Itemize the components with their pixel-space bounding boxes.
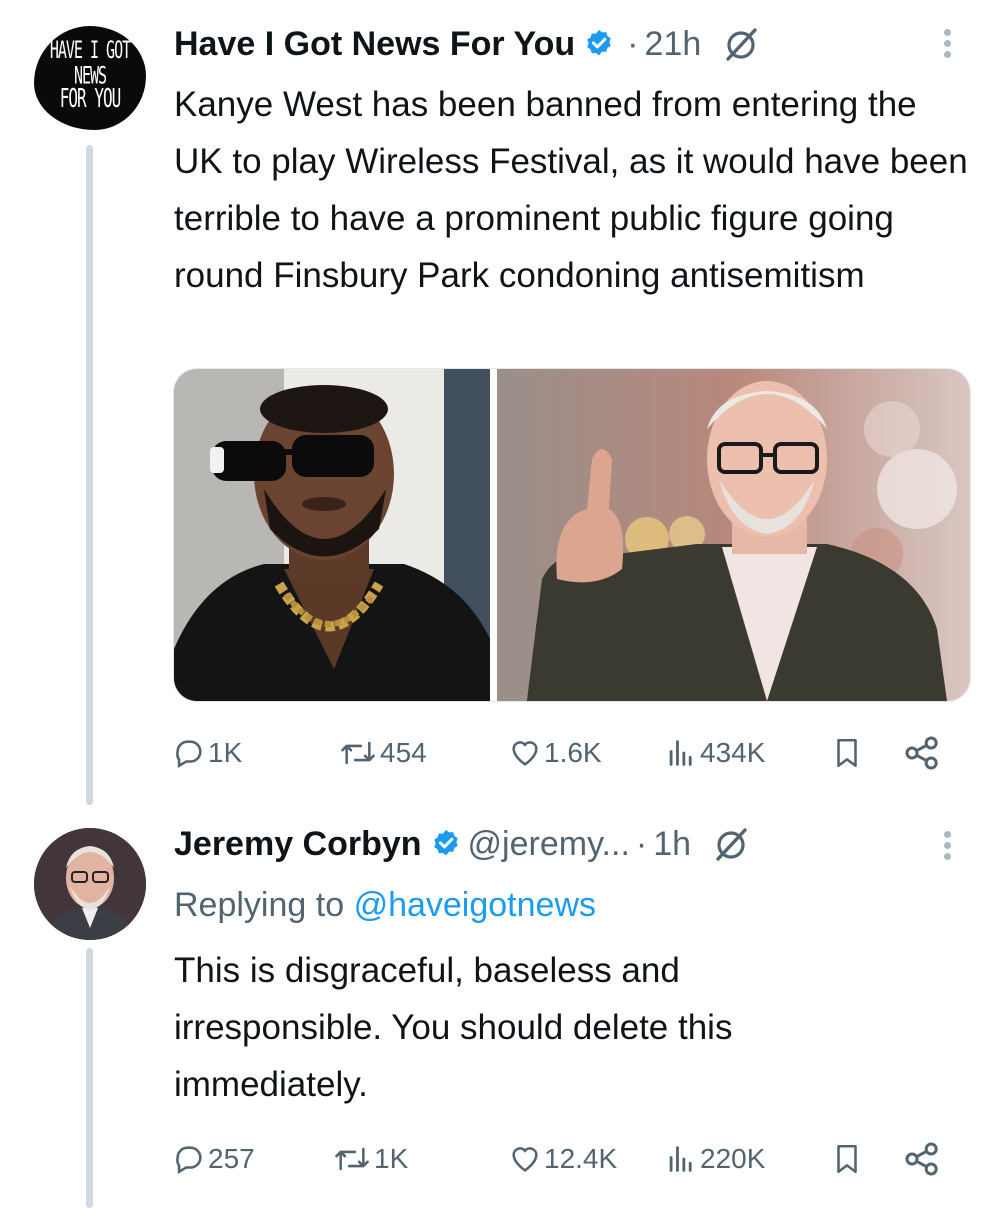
reply-icon <box>176 1146 202 1175</box>
avatar[interactable]: HAVE I GOT NEWS FOR YOU <box>34 26 146 130</box>
like-count: 12.4K <box>544 1143 618 1174</box>
reply-button[interactable]: 257 <box>172 1136 255 1182</box>
tweet-hignfy[interactable]: HAVE I GOT NEWS FOR YOU Have I Got News … <box>0 0 1002 805</box>
media-grid[interactable] <box>173 368 971 702</box>
share-button[interactable] <box>902 730 942 776</box>
avatar-photo <box>34 828 146 940</box>
repost-count: 1K <box>374 1143 409 1174</box>
reply-count: 257 <box>208 1143 255 1174</box>
bookmark-button[interactable] <box>830 1136 864 1182</box>
like-button[interactable]: 1.6K <box>508 730 602 776</box>
share-icon <box>905 736 938 770</box>
reply-mention-link[interactable]: @haveigotnews <box>354 886 596 924</box>
bookmark-button[interactable] <box>830 730 864 776</box>
repost-count: 454 <box>380 737 427 768</box>
views-icon <box>669 740 692 766</box>
views-button[interactable]: 434K <box>664 730 765 776</box>
tweet-header: Have I Got News For You · 21h <box>174 24 761 64</box>
share-icon <box>905 1142 938 1176</box>
bookmark-icon <box>837 1144 857 1174</box>
corbyn-photo[interactable] <box>497 369 970 701</box>
repost-button[interactable]: 454 <box>338 730 427 776</box>
like-icon <box>512 741 538 766</box>
repost-button[interactable]: 1K <box>332 1136 408 1182</box>
avatar[interactable] <box>34 828 146 940</box>
like-icon <box>512 1147 538 1172</box>
timestamp[interactable]: 21h <box>645 25 702 64</box>
timestamp[interactable]: 1h <box>653 825 691 864</box>
replying-to-label: Replying to <box>174 886 345 924</box>
more-vertical-icon[interactable] <box>942 828 952 868</box>
like-button[interactable]: 12.4K <box>508 1136 617 1182</box>
reply-button[interactable]: 1K <box>172 730 242 776</box>
verified-badge-icon <box>433 830 458 856</box>
author-handle[interactable]: @jeremy... <box>468 825 630 864</box>
tweet-actions: 257 1K 12.4K 220K <box>172 1136 962 1182</box>
tweet-actions: 1K 454 1.6K 434K <box>172 730 962 776</box>
tweet-text: This is disgraceful, baseless and irresp… <box>174 951 743 1104</box>
reply-icon <box>176 740 202 769</box>
thread-line <box>86 145 93 805</box>
more-vertical-icon[interactable] <box>942 26 952 66</box>
repost-icon <box>335 1147 369 1171</box>
repost-icon <box>341 741 375 765</box>
kanye-photo[interactable] <box>174 369 490 701</box>
views-button[interactable]: 220K <box>664 1136 765 1182</box>
replying-to: Replying to @haveigotnews <box>174 886 596 925</box>
tweet-corbyn[interactable]: Jeremy Corbyn @jeremy... · 1h Replying t… <box>0 800 1002 1208</box>
avatar-text-line-1: HAVE I GOT NEWS <box>49 35 131 90</box>
views-count: 434K <box>700 737 766 768</box>
bookmark-icon <box>837 738 857 768</box>
tweet-header: Jeremy Corbyn @jeremy... · 1h <box>174 824 751 864</box>
author-name[interactable]: Have I Got News For You <box>174 25 575 64</box>
views-icon <box>669 1146 692 1172</box>
reply-count: 1K <box>208 737 243 768</box>
grok-icon[interactable] <box>721 24 761 64</box>
share-button[interactable] <box>902 1136 942 1182</box>
thread-line <box>86 948 93 1208</box>
views-count: 220K <box>700 1143 766 1174</box>
like-count: 1.6K <box>544 737 602 768</box>
grok-icon[interactable] <box>711 824 751 864</box>
author-name[interactable]: Jeremy Corbyn <box>174 825 422 864</box>
verified-badge-icon <box>587 30 611 56</box>
avatar-text-line-2: FOR YOU <box>59 83 121 114</box>
tweet-text: Kanye West has been banned from entering… <box>174 85 978 295</box>
